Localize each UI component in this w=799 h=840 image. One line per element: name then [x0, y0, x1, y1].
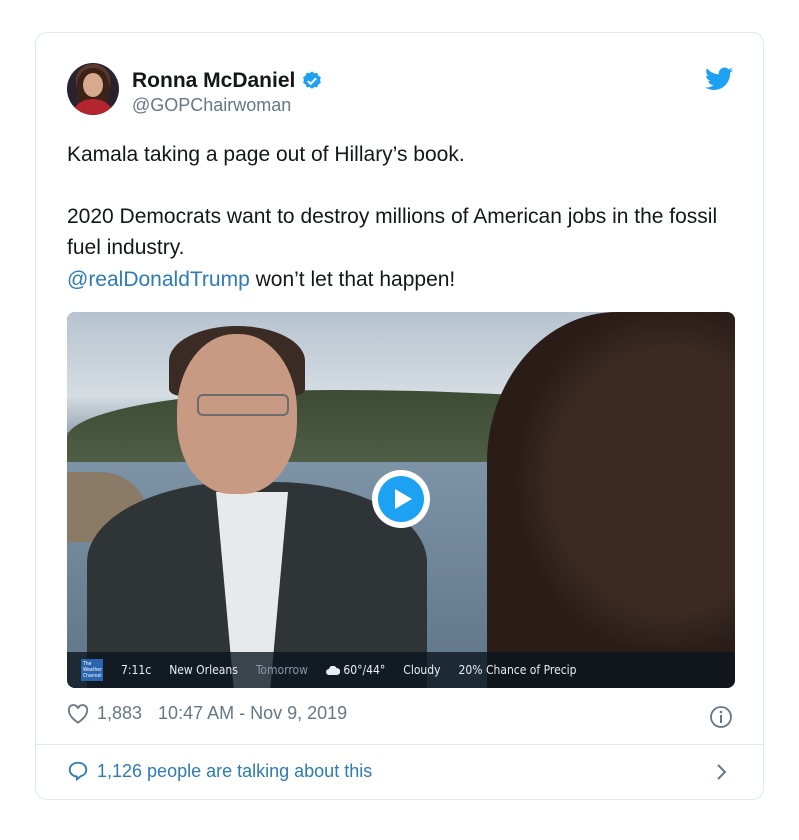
author-row: Ronna McDaniel	[132, 69, 323, 93]
talking-count[interactable]: 1,126 people are talking about this	[97, 761, 372, 782]
cloud-icon	[325, 665, 341, 675]
ticker-condition: Cloudy	[403, 663, 441, 677]
avatar[interactable]	[67, 63, 119, 115]
tweet-text-line3: @realDonaldTrump won’t let that happen!	[67, 264, 747, 295]
twitter-bird-icon[interactable]	[705, 67, 733, 91]
tweet-text-line2: 2020 Democrats want to destroy millions …	[67, 205, 718, 259]
verified-badge-icon	[303, 71, 322, 89]
info-icon[interactable]	[709, 705, 733, 729]
ticker-city: New Orleans	[169, 663, 238, 677]
author-name[interactable]: Ronna McDaniel	[132, 69, 295, 93]
tweet-text-line1: Kamala taking a page out of Hillary’s bo…	[67, 143, 465, 166]
chat-bubble-icon	[68, 761, 88, 782]
divider	[36, 744, 763, 745]
heart-icon[interactable]	[67, 703, 89, 724]
conversation-link[interactable]: 1,126 people are talking about this	[67, 760, 372, 782]
timestamp[interactable]: 10:47 AM - Nov 9, 2019	[158, 703, 347, 724]
tweet-text-line3-rest: won’t let that happen!	[249, 268, 456, 291]
like-count[interactable]: 1,883	[97, 703, 142, 724]
author-handle[interactable]: @GOPChairwoman	[132, 95, 291, 116]
chevron-right-icon[interactable]	[715, 762, 729, 782]
tweet-card[interactable]: Ronna McDaniel @GOPChairwoman Kamala tak…	[35, 32, 764, 800]
ticker-period: Tomorrow	[255, 663, 308, 677]
ticker-temp: 60°/44°	[343, 663, 386, 677]
news-ticker: The Weather Channel 7:11c New Orleans To…	[67, 652, 735, 688]
mention-link[interactable]: @realDonaldTrump	[67, 268, 250, 291]
play-icon	[395, 489, 412, 509]
play-button[interactable]	[372, 470, 430, 528]
weather-channel-logo: The Weather Channel	[81, 659, 103, 681]
ticker-time: 7:11c	[121, 663, 152, 677]
ticker-temp-wrap: 60°/44°	[325, 663, 386, 677]
tweet-meta: 1,883 10:47 AM - Nov 9, 2019	[67, 703, 347, 724]
ticker-precip: 20% Chance of Precip	[458, 663, 577, 677]
video-player[interactable]: The Weather Channel 7:11c New Orleans To…	[67, 312, 735, 688]
